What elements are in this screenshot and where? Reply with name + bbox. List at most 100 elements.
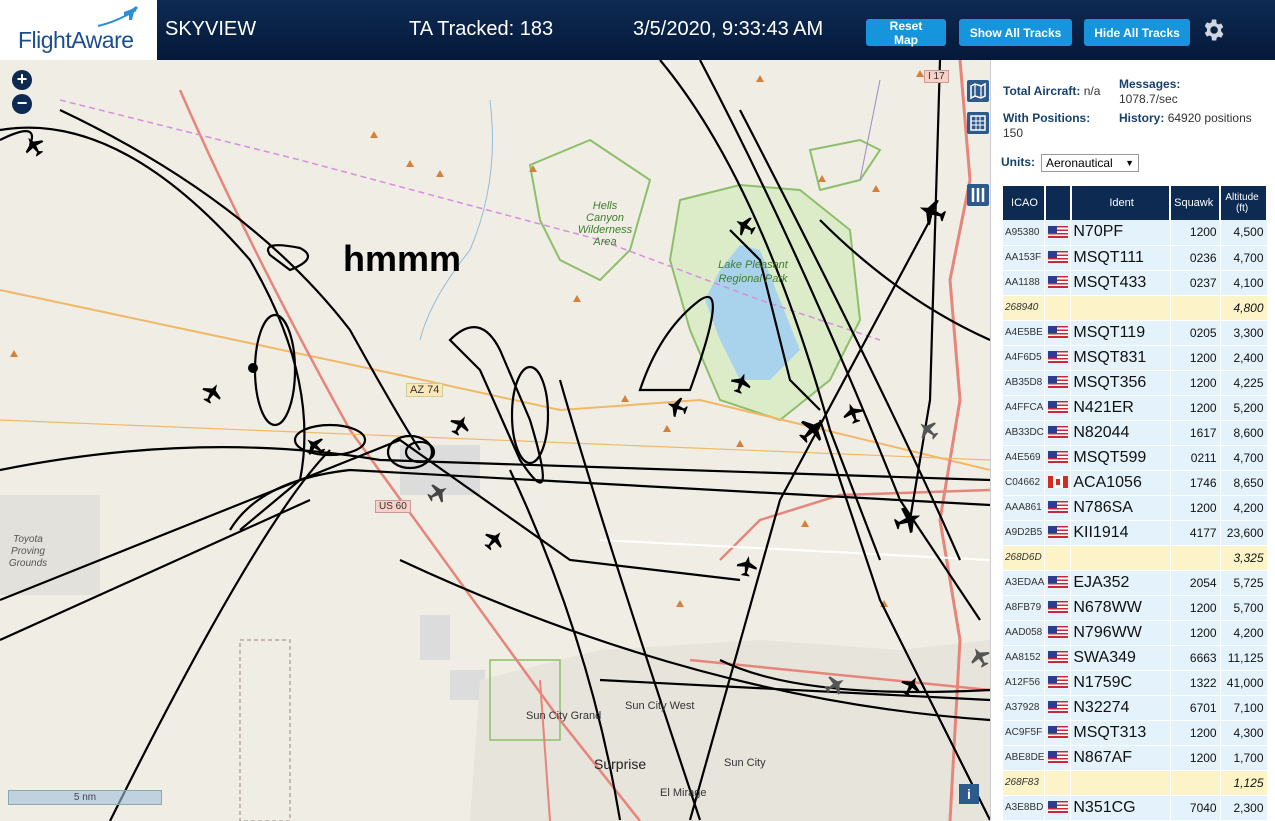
squawk-cell: 1200 (1170, 745, 1221, 771)
map-canvas[interactable]: + − Hells Canyon Wilderness Area Lake Pl… (0, 60, 990, 821)
flag-cell (1044, 320, 1072, 346)
us-flag-icon (1047, 751, 1068, 764)
messages-stat: Messages: 1078.7/sec (1119, 77, 1229, 107)
total-aircraft-label: Total Aircraft: (1003, 84, 1081, 98)
table-row[interactable]: 268D6D 3,325 (1003, 545, 1268, 571)
column-squawk[interactable]: Squawk (1170, 186, 1222, 220)
columns-toggle-button[interactable] (967, 184, 989, 206)
squawk-cell: 1200 (1170, 345, 1221, 371)
flag-cell (1044, 345, 1072, 371)
table-header-row: ICAO Ident Squawk Altitude (ft) (1003, 186, 1268, 220)
us-flag-icon (1047, 326, 1068, 339)
icao-cell: A3EDAA (1003, 570, 1046, 596)
altitude-cell: 1,125 (1220, 770, 1268, 796)
squawk-cell: 1617 (1170, 420, 1221, 446)
squawk-cell (1170, 295, 1221, 321)
map-layers-button[interactable] (967, 80, 989, 102)
flag-cell (1044, 545, 1072, 571)
column-flag[interactable] (1044, 186, 1072, 220)
squawk-cell: 0237 (1170, 270, 1221, 296)
reset-map-button[interactable]: Reset Map (866, 19, 946, 47)
icao-cell: A4F6D5 (1003, 345, 1046, 371)
table-row[interactable]: A4E5BE MSQT119 0205 3,300 (1003, 320, 1268, 346)
scale-bar: 5 nm (8, 790, 162, 805)
canada-flag-icon (1047, 476, 1068, 489)
icao-cell: A8FB79 (1003, 595, 1046, 621)
table-row[interactable]: AA1188 MSQT433 0237 4,100 (1003, 270, 1268, 296)
hide-all-tracks-button[interactable]: Hide All Tracks (1084, 19, 1190, 46)
show-all-tracks-button[interactable]: Show All Tracks (959, 19, 1072, 46)
ident-cell: MSQT111 (1070, 245, 1171, 271)
icao-cell: 268F83 (1003, 770, 1046, 796)
units-select[interactable]: Aeronautical ▼ (1041, 154, 1139, 172)
table-row[interactable]: C04662 ACA1056 1746 8,650 (1003, 470, 1268, 496)
ident-cell: KII1914 (1070, 520, 1171, 546)
ident-cell: N786SA (1070, 495, 1171, 521)
table-row[interactable]: ABE8DE N867AF 1200 1,700 (1003, 745, 1268, 771)
info-button[interactable]: i (959, 784, 979, 804)
icao-cell: AC9F5F (1003, 720, 1046, 746)
aircraft-table: ICAO Ident Squawk Altitude (ft) A95380 N7… (1003, 186, 1268, 821)
zoom-in-button[interactable]: + (12, 70, 32, 90)
altitude-cell: 2,400 (1220, 345, 1268, 371)
flag-cell (1044, 720, 1072, 746)
table-row[interactable]: 268940 4,800 (1003, 295, 1268, 321)
table-row[interactable]: A9D2B5 KII1914 4177 23,600 (1003, 520, 1268, 546)
map-label-surprise: Surprise (594, 756, 647, 772)
squawk-cell (1170, 545, 1221, 571)
icao-cell: AAD058 (1003, 620, 1046, 646)
table-row[interactable]: A4E569 MSQT599 0211 4,700 (1003, 445, 1268, 471)
squawk-cell: 7040 (1170, 795, 1221, 821)
icao-cell: C04662 (1003, 470, 1046, 496)
table-row[interactable]: A4FFCA N421ER 1200 5,200 (1003, 395, 1268, 421)
altitude-cell: 5,200 (1220, 395, 1268, 421)
icao-cell: AA8152 (1003, 645, 1046, 671)
table-row[interactable]: A3E8BD N351CG 7040 2,300 (1003, 795, 1268, 821)
table-row[interactable]: AC9F5F MSQT313 1200 4,300 (1003, 720, 1268, 746)
table-row[interactable]: A8FB79 N678WW 1200 5,700 (1003, 595, 1268, 621)
table-row[interactable]: AA8152 SWA349 6663 11,125 (1003, 645, 1268, 671)
map-label-az74: AZ 74 (406, 383, 444, 397)
column-ident[interactable]: Ident (1070, 186, 1172, 220)
ident-cell: ACA1056 (1070, 470, 1171, 496)
table-row[interactable]: A3EDAA EJA352 2054 5,725 (1003, 570, 1268, 596)
table-row[interactable]: AA153F MSQT111 0236 4,700 (1003, 245, 1268, 271)
columns-icon (971, 188, 985, 202)
table-row[interactable]: AAD058 N796WW 1200 4,200 (1003, 620, 1268, 646)
table-row[interactable]: AB35D8 MSQT356 1200 4,225 (1003, 370, 1268, 396)
map-label-sun-city-grand: Sun City Grand (526, 710, 602, 722)
us-flag-icon (1047, 576, 1068, 589)
map-label-lake-pleasant: Lake Pleasant Regional Park (718, 259, 788, 285)
ident-cell: N867AF (1070, 745, 1171, 771)
table-row[interactable]: A4F6D5 MSQT831 1200 2,400 (1003, 345, 1268, 371)
table-row[interactable]: A95380 N70PF 1200 4,500 (1003, 220, 1268, 246)
map-label-el-mirage: El Mirage (660, 787, 707, 799)
table-row[interactable]: A37928 N32274 6701 7,100 (1003, 695, 1268, 721)
messages-value: 1078.7/sec (1119, 92, 1178, 106)
squawk-cell: 1200 (1170, 620, 1221, 646)
grid-toggle-button[interactable] (967, 112, 989, 134)
ident-cell (1070, 545, 1171, 571)
zoom-out-button[interactable]: − (12, 94, 32, 114)
map-label-toyota: Toyota Proving Grounds (8, 534, 48, 569)
squawk-cell: 2054 (1170, 570, 1221, 596)
us-flag-icon (1047, 526, 1068, 539)
table-row[interactable]: A12F56 N1759C 1322 41,000 (1003, 670, 1268, 696)
table-row[interactable]: AB33DC N82044 1617 8,600 (1003, 420, 1268, 446)
altitude-cell: 8,650 (1220, 470, 1268, 496)
map-label-sun-city-west: Sun City West (625, 700, 695, 712)
flightaware-logo[interactable]: FlightAware (0, 0, 157, 60)
gear-icon[interactable] (1200, 17, 1226, 43)
ident-cell: MSQT356 (1070, 370, 1171, 396)
table-row[interactable]: 268F83 1,125 (1003, 770, 1268, 796)
map-label-us60: US 60 (375, 500, 411, 513)
squawk-cell: 1200 (1170, 395, 1221, 421)
units-label: Units: (1001, 155, 1035, 169)
squawk-cell: 1200 (1170, 220, 1221, 246)
squawk-cell: 0236 (1170, 245, 1221, 271)
column-icao[interactable]: ICAO (1003, 186, 1046, 220)
flag-cell (1044, 395, 1072, 421)
column-altitude[interactable]: Altitude (ft) (1220, 186, 1268, 220)
messages-label: Messages: (1119, 77, 1181, 91)
table-row[interactable]: AAA861 N786SA 1200 4,200 (1003, 495, 1268, 521)
